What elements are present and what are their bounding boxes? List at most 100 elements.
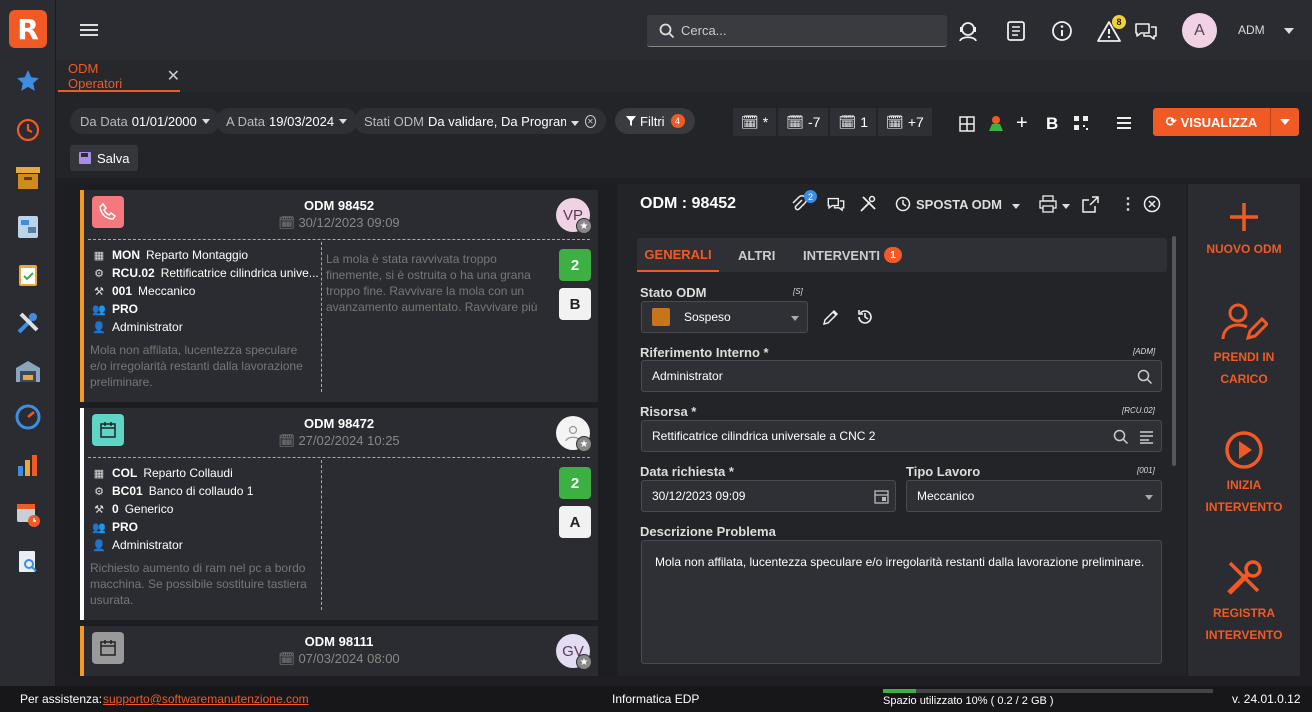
list-icon[interactable]: [1139, 430, 1154, 444]
prendi-in-carico-button[interactable]: PRENDI IN CARICO: [1188, 302, 1300, 390]
bold-toggle[interactable]: B: [1046, 114, 1058, 134]
clock-icon[interactable]: [14, 116, 42, 144]
bar-chart-icon[interactable]: [14, 451, 42, 479]
risorsa-input[interactable]: Rettificatrice cilindrica universale a C…: [641, 420, 1162, 452]
tab-bar: [56, 60, 1312, 92]
da-data-filter[interactable]: Da Data 01/01/2000: [70, 108, 220, 134]
clear-filter-icon[interactable]: ✕: [584, 114, 596, 128]
funnel-icon: [626, 116, 636, 126]
storage-progress-bar: [883, 689, 1213, 693]
divider: [88, 239, 590, 240]
user-edit-icon: [1221, 303, 1268, 341]
search-icon[interactable]: [1137, 369, 1153, 385]
descrizione-label: Descrizione Problema: [640, 524, 776, 539]
registra-intervento-button[interactable]: REGISTRA INTERVENTO: [1188, 558, 1300, 646]
stato-odm-select[interactable]: Sospeso: [641, 301, 808, 333]
descrizione-textarea[interactable]: Mola non affilata, lucentezza speculare …: [641, 540, 1162, 664]
visualizza-button[interactable]: ⟳ VISUALIZZA: [1153, 108, 1299, 136]
risorsa-tag: [RCU.02]: [1122, 406, 1155, 415]
tab-generali[interactable]: GENERALI: [637, 238, 719, 272]
clipboard-icon[interactable]: [14, 261, 42, 289]
document-search-icon[interactable]: [14, 548, 42, 576]
card-row-team: 👥 PRO: [92, 302, 139, 316]
inizia-intervento-button[interactable]: INIZIA INTERVENTO: [1188, 430, 1300, 518]
close-tab-icon[interactable]: ✕: [167, 66, 180, 86]
warehouse-icon[interactable]: [14, 357, 42, 385]
cal-all-button[interactable]: 🗓 *: [733, 108, 777, 136]
menu-icon[interactable]: [80, 22, 98, 38]
nuovo-odm-button[interactable]: NUOVO ODM: [1188, 200, 1300, 260]
star-badge-icon: ★: [576, 436, 592, 452]
tools-icon[interactable]: [14, 309, 42, 337]
chat-icon[interactable]: [826, 194, 846, 214]
user-menu-chevron-icon[interactable]: [1284, 28, 1294, 34]
attachment-icon[interactable]: 2: [790, 190, 817, 214]
gauge-icon[interactable]: [14, 403, 42, 431]
info-icon[interactable]: [1049, 18, 1075, 44]
stato-odm-label: Stato ODM: [640, 285, 707, 300]
cogs-icon: ⚙: [94, 485, 104, 498]
alert-icon[interactable]: 8: [1096, 15, 1126, 44]
tab-altri[interactable]: ALTRI: [738, 238, 775, 272]
odm-card[interactable]: ODM 98111 🗓 07/03/2024 08:00 GV ★: [80, 626, 598, 676]
history-icon[interactable]: [856, 308, 874, 329]
chat-icon[interactable]: [1133, 18, 1159, 44]
tipo-lavoro-select[interactable]: Meccanico: [906, 480, 1162, 512]
plan-icon[interactable]: [14, 213, 42, 241]
visualizza-dropdown-chevron-icon[interactable]: [1271, 119, 1299, 125]
grid-icon[interactable]: [959, 116, 975, 135]
department-icon: ▦: [93, 467, 105, 480]
odm-number: ODM 98111: [304, 634, 374, 649]
tab-odm-operatori[interactable]: ODM Operatori ✕: [58, 61, 180, 92]
attachment-badge: 2: [804, 190, 817, 203]
data-richiesta-input[interactable]: 30/12/2023 09:09: [641, 480, 896, 512]
cal-plus7-button[interactable]: 🗓 +7: [878, 108, 932, 136]
cal-today-button[interactable]: 🗓 1: [830, 108, 877, 136]
a-data-filter[interactable]: A Data 19/03/2024: [216, 108, 358, 134]
calendar-icon[interactable]: [874, 489, 889, 504]
search-icon[interactable]: [1113, 429, 1129, 445]
edit-icon[interactable]: [822, 308, 840, 329]
tab-interventi[interactable]: INTERVENTI 1: [803, 238, 903, 272]
calendar-icon: 🗓: [786, 113, 805, 130]
odm-card[interactable]: ODM 98472 🗓 27/02/2024 10:25 ★ ▦ COL Repar…: [80, 408, 598, 620]
tools-icon[interactable]: [859, 194, 877, 214]
salva-button[interactable]: Salva: [70, 145, 138, 171]
company-name: Informatica EDP: [612, 692, 700, 706]
map-user-icon[interactable]: [987, 114, 1005, 135]
sidebar: [0, 0, 56, 686]
detail-scrollbar[interactable]: [1172, 236, 1176, 466]
sposta-odm-button[interactable]: SPOSTA ODM: [895, 194, 1020, 214]
odm-date: 🗓 27/02/2024 10:25: [278, 433, 400, 448]
close-detail-icon[interactable]: [1143, 194, 1161, 214]
chevron-down-icon: [1007, 197, 1020, 212]
divider: [321, 242, 322, 392]
qr-code-icon[interactable]: [1073, 115, 1089, 134]
app-logo[interactable]: R: [9, 10, 47, 48]
riferimento-input[interactable]: Administrator: [641, 360, 1162, 392]
add-icon[interactable]: +: [1016, 112, 1028, 135]
print-icon[interactable]: [1039, 194, 1070, 214]
odm-card[interactable]: ODM 98452 🗓 30/12/2023 09:09 VP ★ ▦ MON Re…: [80, 190, 598, 402]
search-input[interactable]: Cerca...: [647, 15, 947, 47]
user-name[interactable]: ADM: [1238, 23, 1265, 37]
book-icon[interactable]: [1003, 18, 1029, 44]
calendar-clock-icon[interactable]: [14, 500, 42, 528]
open-external-icon[interactable]: [1082, 194, 1099, 214]
list-view-icon[interactable]: [1117, 117, 1131, 129]
support-email-link[interactable]: supporto@softwaremanutenzione.com: [103, 692, 309, 706]
user-avatar[interactable]: A: [1182, 13, 1217, 48]
interventi-badge: 1: [884, 247, 903, 263]
filtri-button[interactable]: Filtri 4: [615, 108, 695, 134]
card-row-tipo: ⚒ 0 Generico: [92, 502, 173, 516]
support-agent-icon[interactable]: [955, 18, 981, 44]
cal-minus7-button[interactable]: 🗓 -7: [778, 108, 829, 136]
stati-odm-filter[interactable]: Stati ODMDa validare, Da Programm... ✕: [354, 108, 606, 134]
star-icon[interactable]: [14, 67, 42, 95]
card-note: La mola è stata ravvivata troppo finemen…: [326, 252, 538, 314]
archive-icon[interactable]: [14, 164, 42, 192]
card-row-user: 👤 Administrator: [92, 538, 183, 552]
more-options-icon[interactable]: ⋮: [1120, 194, 1136, 214]
card-row-user: 👤 Administrator: [92, 320, 183, 334]
class-badge: B: [559, 288, 591, 320]
